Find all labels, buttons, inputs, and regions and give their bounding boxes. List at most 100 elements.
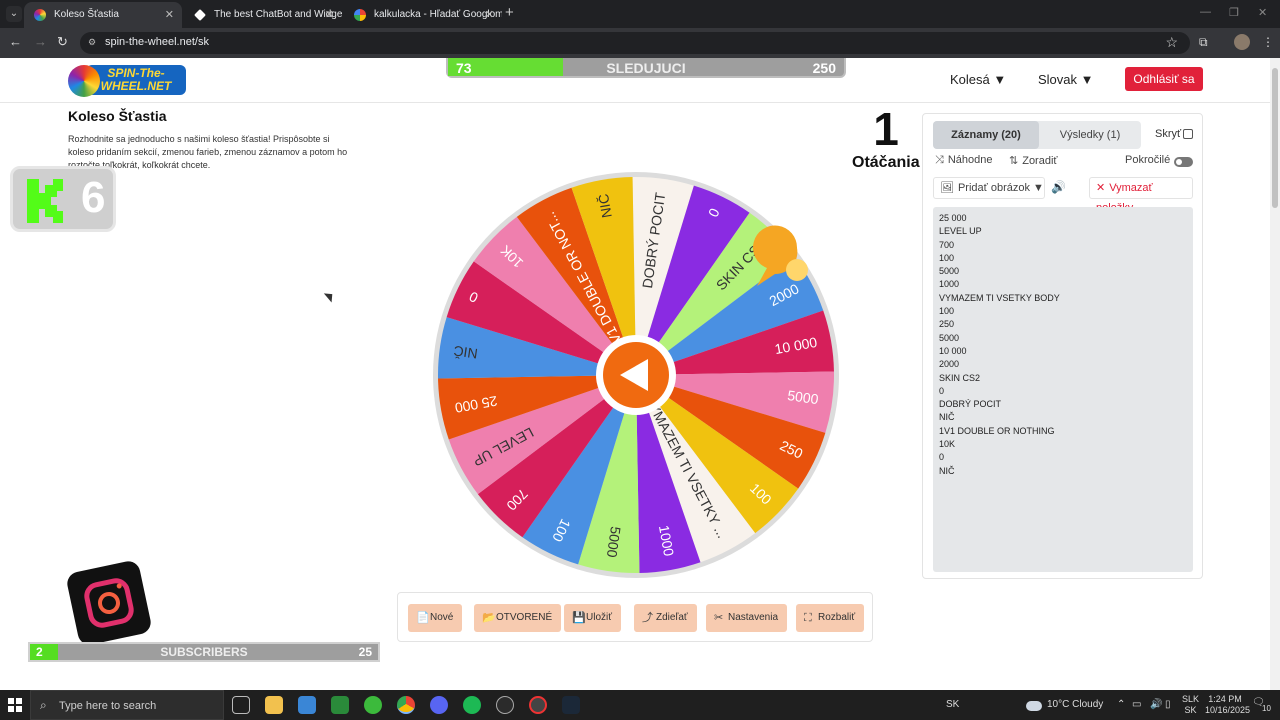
tools-icon: ✂ <box>714 612 724 624</box>
entry-line: 100 <box>939 306 955 317</box>
clear-entries-button[interactable]: ✕Vymazať položky <box>1089 177 1193 214</box>
entry-line: 1000 <box>939 279 960 290</box>
tab-koleso[interactable]: Koleso Šťastia ✕ <box>24 2 182 28</box>
scrollbar-thumb[interactable] <box>1272 68 1278 208</box>
steam-icon[interactable] <box>562 696 580 714</box>
restore-icon[interactable]: ❐ <box>1229 6 1239 19</box>
xbox-icon[interactable] <box>364 696 382 714</box>
wheels-dropdown[interactable]: Kolesá ▼ <box>950 72 1006 87</box>
wheel-svg[interactable]: DOBRÝ POCIT 0SKIN CS2200010 0005000250100… <box>431 170 841 580</box>
save-button[interactable]: 💾 Uložiť <box>564 604 621 632</box>
tab-entries[interactable]: Záznamy (20) <box>933 121 1039 149</box>
entry-line: 25 000 <box>939 213 967 223</box>
file-explorer-icon[interactable] <box>265 696 283 714</box>
share-button[interactable]: ⤴ Zdieľať <box>634 604 697 632</box>
forward-icon[interactable]: → <box>34 34 47 49</box>
followers-current: 73 <box>456 60 472 76</box>
settings-button[interactable]: ✂ Nastavenia <box>706 604 788 632</box>
button-label: Rozbaliť <box>818 612 856 623</box>
entry-line: 100 <box>939 252 955 263</box>
clock-date: 10/16/2025 <box>1205 705 1251 715</box>
close-tab-icon[interactable]: ✕ <box>165 2 174 28</box>
taskbar-search[interactable]: ⌕ Type here to search <box>30 690 224 720</box>
tab-google[interactable]: kalkulacka - Hľadať Googlom ✕ <box>344 2 502 28</box>
open-button[interactable]: 📂 OTVORENÉ <box>474 604 562 632</box>
subscribers-goal-bar: SUBSCRIBERS 2 25 <box>28 642 380 662</box>
entry-line: NIČ <box>939 465 955 476</box>
clock[interactable]: 1:24 PM 10/16/2025 <box>1205 694 1251 716</box>
omnibox[interactable]: ⚙ spin-the-wheel.net/sk ☆ <box>80 32 1190 54</box>
bookmark-star-icon[interactable]: ☆ <box>1165 34 1178 51</box>
shuffle-icon: ⤨ <box>935 154 944 166</box>
sort-button[interactable]: ⇅ Zoradiť <box>1009 154 1058 167</box>
entries-textarea[interactable]: 25 000 LEVEL UP 700 100 5000 1000 VYMAZEM TI V… <box>933 207 1193 572</box>
window-close-icon[interactable]: ✕ <box>1258 6 1267 19</box>
hide-checkbox[interactable] <box>1183 129 1193 139</box>
mouse-cursor-icon <box>323 289 337 303</box>
sort-label: Zoradiť <box>1022 155 1058 167</box>
tab-results[interactable]: Výsledky (1) <box>1039 121 1141 149</box>
app-icon[interactable] <box>496 696 514 714</box>
profile-avatar[interactable] <box>1234 34 1250 50</box>
entry-line: 10K <box>939 439 956 450</box>
language-indicator[interactable]: SLK SK <box>1182 694 1199 716</box>
entry-line: 5000 <box>939 266 960 277</box>
search-placeholder: Type here to search <box>59 700 157 712</box>
menu-icon[interactable]: ⋮ <box>1262 35 1274 49</box>
entry-line: LEVEL UP <box>939 226 982 237</box>
page-scrollbar[interactable] <box>1270 58 1280 690</box>
network-icon[interactable]: ▭ <box>1132 699 1141 710</box>
volume-icon[interactable]: 🔊 <box>1150 699 1162 710</box>
wheel-controls: 📄 Nové 📂 OTVORENÉ 💾 Uložiť ⤴ Zdieľať ✂ Nastav… <box>397 592 873 642</box>
spin-count-label: Otáčania <box>852 154 920 171</box>
subscribers-current: 2 <box>36 645 43 659</box>
button-label: Nastavenia <box>728 612 779 623</box>
tab-search-button[interactable]: ⌄ <box>6 6 22 22</box>
expand-button[interactable]: ⛶ Rozbaliť <box>796 604 865 632</box>
logo-text: SPIN-The-WHEEL.NET <box>86 65 186 95</box>
close-tab-icon[interactable]: ✕ <box>325 2 334 28</box>
shuffle-button[interactable]: ⤨ Náhodne <box>935 154 992 167</box>
site-logo[interactable]: SPIN-The-WHEEL.NET <box>68 63 186 97</box>
add-image-button[interactable]: 🖼 Pridať obrázok ▼ <box>933 177 1045 199</box>
advanced-toggle[interactable] <box>1174 157 1193 167</box>
keyboard-layout[interactable]: SK <box>946 699 959 710</box>
store-icon[interactable] <box>298 696 316 714</box>
header-divider <box>0 102 1270 103</box>
extensions-icon[interactable]: ⧉ <box>1199 35 1208 50</box>
chrome-icon[interactable] <box>397 696 415 714</box>
save-icon: 💾 <box>572 612 586 624</box>
discord-icon[interactable] <box>430 696 448 714</box>
button-label: Zdieľať <box>656 612 688 623</box>
tray-chevron-icon[interactable]: ⌃ <box>1117 699 1125 710</box>
folder-icon: 📂 <box>482 612 496 624</box>
windows-start-icon[interactable] <box>8 698 22 712</box>
button-label: Uložiť <box>586 612 612 623</box>
task-view-icon[interactable] <box>232 696 250 714</box>
new-tab-button[interactable]: + <box>505 4 514 21</box>
site-info-icon[interactable]: ⚙ <box>88 37 100 49</box>
sort-icon: ⇅ <box>1009 155 1019 167</box>
kick-number: 6 <box>81 173 106 222</box>
close-tab-icon[interactable]: ✕ <box>485 2 494 28</box>
spotify-icon[interactable] <box>463 696 481 714</box>
new-button[interactable]: 📄 Nové <box>408 604 463 632</box>
weather-text[interactable]: 10°C Cloudy <box>1047 699 1103 710</box>
browser-tab-bar: ⌄ Koleso Šťastia ✕ The best ChatBot and … <box>0 0 1280 28</box>
battery-icon[interactable]: ▯ <box>1165 699 1171 710</box>
minimize-icon[interactable]: — <box>1200 6 1211 18</box>
back-icon[interactable]: ← <box>9 34 22 49</box>
wheel[interactable]: DOBRÝ POCIT 0 SKIN CS2 2000 10 000 5000 250 100… <box>431 170 841 580</box>
obs-icon[interactable] <box>529 696 547 714</box>
logout-button[interactable]: Odhlásiť sa <box>1125 67 1203 91</box>
lang-top: SLK <box>1182 694 1200 704</box>
language-dropdown[interactable]: Slovak ▼ <box>1038 72 1094 87</box>
tab-chatbot[interactable]: The best ChatBot and Widgets ✕ <box>184 2 342 28</box>
page: SPIN-The-WHEEL.NET SLEDUJUCI 73 250 Kole… <box>0 58 1270 690</box>
sound-icon[interactable]: 🔊 <box>1051 180 1066 194</box>
image-icon: 🖼 <box>940 182 954 194</box>
minecraft-icon[interactable] <box>331 696 349 714</box>
entry-line: 2000 <box>939 359 960 370</box>
url-text[interactable]: spin-the-wheel.net/sk <box>105 36 209 48</box>
reload-icon[interactable]: ↻ <box>57 34 68 50</box>
